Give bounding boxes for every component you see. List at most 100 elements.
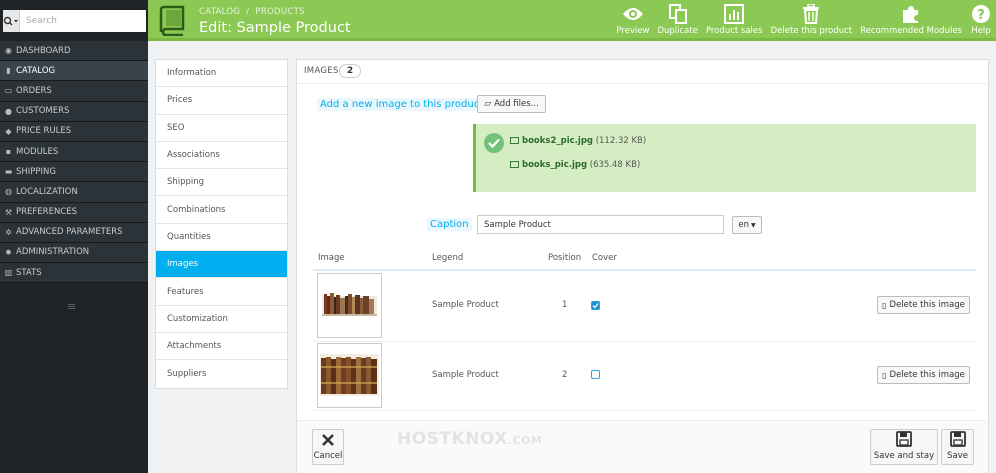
column-cover: Cover — [592, 253, 617, 263]
nav-item-dashboard[interactable]: ◉ DASHBOARD — [0, 41, 148, 62]
image-file-icon — [510, 161, 519, 168]
cogs-icon: ✲ — [5, 227, 12, 237]
uploaded-file-1: books2_pic.jpg (112.32 KB) — [510, 136, 646, 146]
upload-success-box: books2_pic.jpg (112.32 KB) books_pic.jpg… — [473, 124, 976, 192]
search-box — [3, 10, 146, 32]
tab-suppliers[interactable]: Suppliers — [156, 360, 287, 387]
nav-label: DASHBOARD — [16, 45, 71, 56]
eye-icon — [622, 3, 644, 25]
nav-item-administration[interactable]: ✹ ADMINISTRATION — [0, 242, 148, 264]
nav-item-catalog[interactable]: ▮ CATALOG — [0, 61, 148, 82]
tab-information[interactable]: Information — [156, 60, 287, 88]
product-tabs: Information Prices SEO Associations Ship… — [155, 59, 288, 389]
breadcrumb-separator: / — [246, 7, 250, 17]
tab-combinations[interactable]: Combinations — [156, 196, 287, 224]
nav-label: MODULES — [16, 146, 59, 157]
nav-item-price-rules[interactable]: ◆ PRICE RULES — [0, 121, 148, 142]
nav-label: SHIPPING — [16, 166, 56, 177]
nav-item-customers[interactable]: ● CUSTOMERS — [0, 101, 148, 122]
file-size: (635.48 KB) — [589, 160, 641, 170]
save-icon — [949, 431, 966, 447]
hostknox-watermark: HOSTKNOX.COM — [397, 429, 542, 449]
nav-label: ADMINISTRATION — [16, 247, 90, 258]
save-button[interactable]: Save — [941, 429, 974, 465]
search-input[interactable] — [20, 10, 146, 32]
delete-product-button[interactable]: Delete this product — [767, 0, 857, 41]
breadcrumb: CATALOG / PRODUCTS — [199, 7, 311, 17]
duplicate-button[interactable]: Duplicate — [653, 0, 702, 41]
image-file-icon — [510, 137, 519, 144]
language-value: en — [738, 220, 749, 230]
nav-label: CUSTOMERS — [16, 106, 70, 117]
delete-image-button[interactable]: ▯ Delete this image — [877, 366, 970, 384]
image-count-badge: 2 — [339, 64, 361, 78]
delete-image-label: Delete this image — [889, 370, 965, 380]
save-label: Save — [947, 451, 968, 461]
caption-input[interactable] — [477, 215, 724, 234]
delete-image-label: Delete this image — [889, 300, 965, 310]
add-files-button[interactable]: ▱ Add files... — [477, 95, 546, 113]
recommended-modules-button[interactable]: Recommended Modules — [856, 0, 966, 41]
tab-associations[interactable]: Associations — [156, 142, 287, 170]
main-nav: ◉ DASHBOARD ▮ CATALOG ▭ ORDERS ● CUSTOMERS ◆… — [0, 41, 148, 284]
nav-label: ORDERS — [16, 85, 52, 96]
tab-prices[interactable]: Prices — [156, 87, 287, 115]
nav-label: STATS — [16, 267, 42, 278]
preview-button[interactable]: Preview — [612, 0, 653, 41]
watermark-suffix: .COM — [507, 434, 543, 447]
tab-seo[interactable]: SEO — [156, 115, 287, 142]
file-name: books2_pic.jpg — [522, 136, 593, 146]
help-icon: ? — [970, 3, 992, 25]
toolbar-label: Preview — [616, 26, 650, 36]
toolbar-label: Product sales — [705, 26, 763, 36]
breadcrumb-catalog[interactable]: CATALOG — [199, 7, 240, 17]
image-thumbnail-2[interactable] — [317, 343, 382, 408]
nav-item-orders[interactable]: ▭ ORDERS — [0, 81, 148, 102]
nav-item-stats[interactable]: ▥ STATS — [0, 263, 148, 284]
product-sales-button[interactable]: Product sales — [702, 0, 767, 41]
close-icon — [322, 434, 334, 446]
image-thumbnail-1[interactable] — [317, 273, 382, 338]
cover-checkbox[interactable] — [591, 370, 600, 379]
breadcrumb-products[interactable]: PRODUCTS — [255, 7, 304, 17]
tab-shipping[interactable]: Shipping — [156, 169, 287, 197]
save-and-stay-button[interactable]: Save and stay — [870, 429, 938, 465]
tab-quantities[interactable]: Quantities — [156, 224, 287, 252]
cancel-button[interactable]: Cancel — [312, 429, 344, 465]
row-divider — [313, 341, 976, 342]
tab-attachments[interactable]: Attachments — [156, 333, 287, 361]
credit-card-icon: ▭ — [4, 86, 13, 96]
page-header: CATALOG / PRODUCTS Edit: Sample Product Pr… — [148, 0, 996, 41]
nav-label: CATALOG — [16, 65, 56, 76]
sidebar: ◉ DASHBOARD ▮ CATALOG ▭ORDERS ● CUSTOMERS ◆… — [0, 0, 148, 473]
save-and-stay-label: Save and stay — [873, 451, 935, 461]
toolbar-label: Help — [971, 26, 991, 36]
nav-item-shipping[interactable]: ▬ SHIPPING — [0, 162, 148, 183]
menu-collapse-icon[interactable]: ≡ — [67, 300, 76, 313]
nav-item-modules[interactable]: ▪ MODULES — [0, 141, 148, 163]
row-divider — [313, 410, 976, 411]
nav-label: ADVANCED PARAMETERS — [16, 227, 123, 238]
nav-item-advanced-parameters[interactable]: ✲ ADVANCED PARAMETERS — [0, 222, 148, 243]
help-button[interactable]: ? Help — [966, 0, 996, 41]
panel-footer: Cancel HOSTKNOX.COM Save and stay Save — [297, 420, 988, 473]
tab-customization[interactable]: Customization — [156, 306, 287, 333]
tab-images[interactable]: Images — [156, 251, 287, 279]
tab-features[interactable]: Features — [156, 278, 287, 306]
search-icon[interactable] — [3, 10, 20, 32]
users-icon: ● — [5, 106, 12, 116]
nav-item-localization[interactable]: ◍ LOCALIZATION — [0, 182, 148, 203]
add-files-label: Add files... — [494, 99, 539, 109]
row-legend: Sample Product — [432, 370, 499, 380]
language-dropdown[interactable]: en ▼ — [732, 216, 762, 234]
row-position: 2 — [562, 370, 568, 380]
toolbar-label: Duplicate — [657, 26, 698, 36]
save-icon — [896, 431, 912, 447]
uploaded-file-2: books_pic.jpg (635.48 KB) — [510, 160, 640, 170]
cover-checkbox[interactable] — [591, 301, 600, 310]
page-title: Edit: Sample Product — [199, 20, 351, 36]
delete-image-button[interactable]: ▯ Delete this image — [877, 296, 970, 314]
trash-icon: ▯ — [882, 300, 887, 310]
nav-item-preferences[interactable]: ⚒ PREFERENCES — [0, 202, 148, 223]
table-header-divider — [313, 269, 976, 271]
